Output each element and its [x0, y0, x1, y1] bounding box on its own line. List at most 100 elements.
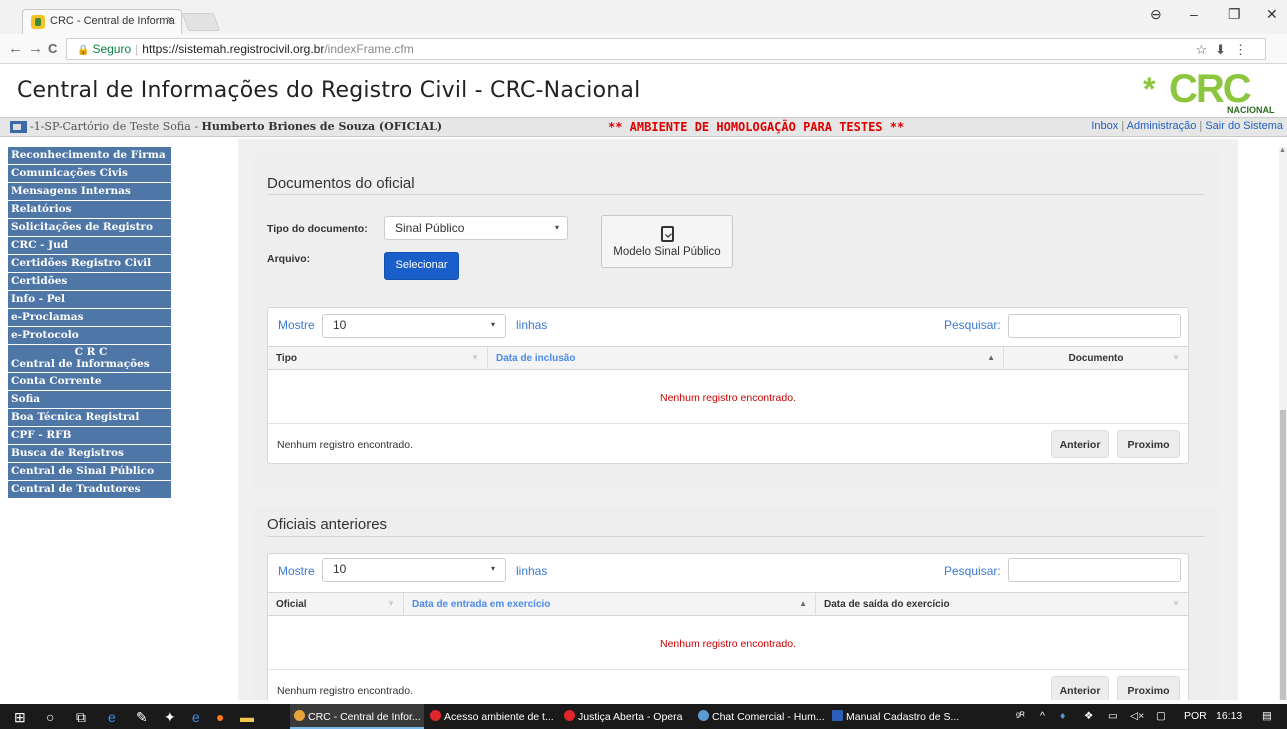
chevron-up-icon[interactable]: ^ — [1040, 710, 1045, 722]
sidebar-menu: Reconhecimento de Firma Comunicações Civ… — [8, 147, 171, 499]
sidebar-item-conta-corrente[interactable]: Conta Corrente — [8, 373, 171, 391]
col-oficial[interactable]: Oficial ▼ — [268, 593, 404, 616]
ie-icon[interactable]: e — [192, 709, 200, 725]
search-input[interactable] — [1008, 314, 1181, 338]
folder-icon[interactable]: ▬ — [240, 709, 254, 725]
sidebar-item-relatorios[interactable]: Relatórios — [8, 201, 171, 219]
page-scrollbar[interactable]: ▲ — [1279, 147, 1287, 700]
sidebar-item-tradutores[interactable]: Central de Tradutores — [8, 481, 171, 499]
sidebar-item-busca-registros[interactable]: Busca de Registros — [8, 445, 171, 463]
minimize-icon[interactable]: – — [1190, 6, 1198, 22]
taskbar-app-word[interactable]: Manual Cadastro de S... — [828, 704, 960, 729]
logout-link[interactable]: Sair do Sistema — [1205, 120, 1283, 132]
tray-app-icon[interactable]: ♦ — [1060, 710, 1065, 722]
scroll-up-icon[interactable]: ▲ — [1279, 147, 1286, 154]
word-icon — [832, 710, 843, 721]
tipo-documento-label: Tipo do documento: — [267, 223, 368, 235]
tool-icon[interactable]: ✦ — [164, 709, 176, 726]
sidebar-item-e-protocolo[interactable]: e-Protocolo — [8, 327, 171, 345]
profile-icon[interactable]: ⊖ — [1150, 6, 1162, 23]
back-icon[interactable]: ← — [8, 40, 23, 57]
windows-start-icon[interactable]: ⊞ — [14, 709, 26, 726]
window-close-icon[interactable]: ✕ — [1266, 6, 1278, 23]
sidebar-item-info-pel[interactable]: Info - Pel — [8, 291, 171, 309]
inbox-link[interactable]: Inbox — [1091, 120, 1118, 132]
sidebar-item-mensagens[interactable]: Mensagens Internas — [8, 183, 171, 201]
col-data-entrada-label: Data de entrada em exercício — [412, 599, 551, 610]
col-documento[interactable]: Documento ▼ — [1004, 347, 1188, 370]
environment-warning: ** AMBIENTE DE HOMOLOGAÇÃO PARA TESTES *… — [608, 120, 905, 134]
taskbar-app-opera-1[interactable]: Acesso ambiente de t... — [426, 704, 558, 729]
selecionar-button[interactable]: Selecionar — [384, 252, 459, 280]
bookmark-star-icon[interactable]: ☆ — [1195, 42, 1215, 57]
sidebar-item-crc-central[interactable]: C R C Central de Informações — [8, 345, 171, 373]
empty-message: Nenhum registro encontrado. — [268, 616, 1188, 670]
network-icon[interactable]: ▢ — [1156, 710, 1166, 722]
anterior-button[interactable]: Anterior — [1051, 430, 1109, 458]
col-data-inclusao[interactable]: Data de inclusão ▲ — [488, 347, 1004, 370]
url-input[interactable]: 🔒 Seguro | https://sistemah.registrocivil.o… — [66, 38, 1266, 60]
page-length-value: 10 — [333, 318, 347, 332]
sidebar-item-e-proclamas[interactable]: e-Proclamas — [8, 309, 171, 327]
divider — [267, 536, 1205, 537]
sidebar-item-certidoes[interactable]: Certidões — [8, 273, 171, 291]
forward-icon[interactable]: → — [28, 40, 43, 57]
sidebar-item-boa-tecnica[interactable]: Boa Técnica Registral — [8, 409, 171, 427]
people-icon[interactable]: ᵍᴿ — [1016, 710, 1025, 722]
chat-icon — [698, 710, 709, 721]
language-indicator[interactable]: POR — [1184, 710, 1207, 722]
taskbar-app-chrome[interactable]: CRC - Central de Infor... — [290, 704, 424, 729]
modelo-sinal-publico-button[interactable]: Modelo Sinal Público — [601, 215, 733, 268]
taskbar-app-opera-2[interactable]: Justiça Aberta - Opera — [560, 704, 692, 729]
page-title: Central de Informações do Registro Civil… — [17, 78, 641, 103]
cartorio-name: -1-SP-Cartório de Teste Sofia - — [30, 120, 202, 133]
favicon-icon — [31, 15, 45, 29]
sidebar-item-sofia[interactable]: Sofia — [8, 391, 171, 409]
sidebar-item-cpf-rfb[interactable]: CPF - RFB — [8, 427, 171, 445]
page-length-select[interactable]: 10 ▾ — [322, 314, 506, 338]
crc-logo: * CRC NACIONAL — [1143, 67, 1275, 117]
tab-close-icon[interactable]: × — [167, 14, 173, 26]
search-icon[interactable]: ○ — [46, 709, 54, 725]
clock[interactable]: 16:13 — [1216, 710, 1242, 722]
task-view-icon[interactable]: ⧉ — [76, 709, 86, 726]
col-data-saida[interactable]: Data de saída do exercício ▼ — [816, 593, 1188, 616]
linhas-label: linhas — [516, 318, 548, 332]
new-tab-button[interactable] — [181, 13, 221, 31]
firefox-icon[interactable]: ● — [216, 709, 224, 725]
scrollbar-thumb[interactable] — [1280, 410, 1286, 700]
sidebar-item-solicitacoes[interactable]: Solicitações de Registro — [8, 219, 171, 237]
reload-icon[interactable]: C — [48, 41, 57, 56]
sidebar-item-sinal-publico[interactable]: Central de Sinal Público — [8, 463, 171, 481]
taskbar-app-chat[interactable]: Chat Comercial - Hum... — [694, 704, 826, 729]
notification-icon[interactable]: ▤ — [1262, 710, 1272, 722]
cartorio-info: -1-SP-Cartório de Teste Sofia - Humberto… — [30, 120, 442, 133]
edge-icon[interactable]: e — [108, 709, 116, 725]
page-length-select[interactable]: 10 ▾ — [322, 558, 506, 582]
dropbox-icon[interactable]: ❖ — [1084, 710, 1093, 722]
volume-icon[interactable]: ◁× — [1130, 710, 1144, 722]
tab-title: CRC - Central de Informa — [50, 15, 175, 27]
maximize-icon[interactable]: ❐ — [1228, 6, 1241, 23]
proximo-button[interactable]: Proximo — [1117, 430, 1180, 458]
proximo-button[interactable]: Proximo — [1117, 676, 1180, 700]
extension-icon[interactable]: ⬇ — [1215, 42, 1234, 57]
paint-icon[interactable]: ✎ — [136, 709, 148, 726]
url-path: /indexFrame.cfm — [324, 42, 414, 56]
col-tipo[interactable]: Tipo ▼ — [268, 347, 488, 370]
page-header: Central de Informações do Registro Civil… — [0, 65, 1287, 117]
col-data-entrada[interactable]: Data de entrada em exercício ▲ — [404, 593, 816, 616]
admin-link[interactable]: Administração — [1127, 120, 1197, 132]
sidebar-item-reconhecimento[interactable]: Reconhecimento de Firma — [8, 147, 171, 165]
battery-icon[interactable]: ▭ — [1108, 710, 1118, 722]
tipo-documento-select[interactable]: Sinal Público ▾ — [384, 216, 568, 240]
omnibox-actions: ☆⬇⋮ — [1195, 42, 1255, 58]
anterior-button[interactable]: Anterior — [1051, 676, 1109, 700]
sidebar-item-comunicacoes[interactable]: Comunicações Civis — [8, 165, 171, 183]
taskbar-app-label: Manual Cadastro de S... — [846, 711, 960, 723]
browser-menu-icon[interactable]: ⋮ — [1234, 42, 1255, 57]
sidebar-item-certidoes-registro[interactable]: Certidões Registro Civil — [8, 255, 171, 273]
sidebar-item-crc-jud[interactable]: CRC - Jud — [8, 237, 171, 255]
search-input[interactable] — [1008, 558, 1181, 582]
browser-tab[interactable]: CRC - Central de Informa × — [22, 9, 182, 34]
